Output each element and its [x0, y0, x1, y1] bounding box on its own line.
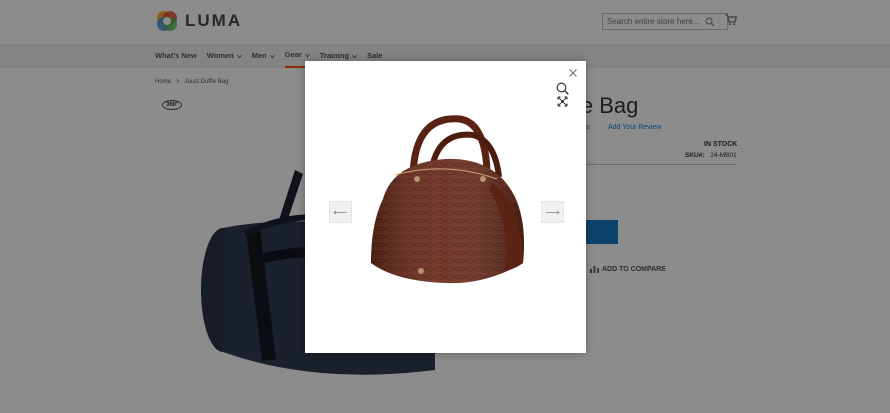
close-icon[interactable] [568, 68, 578, 78]
gallery-next-button[interactable] [541, 201, 564, 223]
gallery-modal [305, 61, 586, 353]
arrow-left-icon [333, 209, 347, 215]
zoom-in-icon[interactable] [556, 82, 569, 95]
arrow-right-icon [546, 209, 560, 215]
handbag-image [371, 115, 524, 284]
fullscreen-icon[interactable] [557, 96, 568, 107]
gallery-prev-button[interactable] [329, 201, 352, 223]
